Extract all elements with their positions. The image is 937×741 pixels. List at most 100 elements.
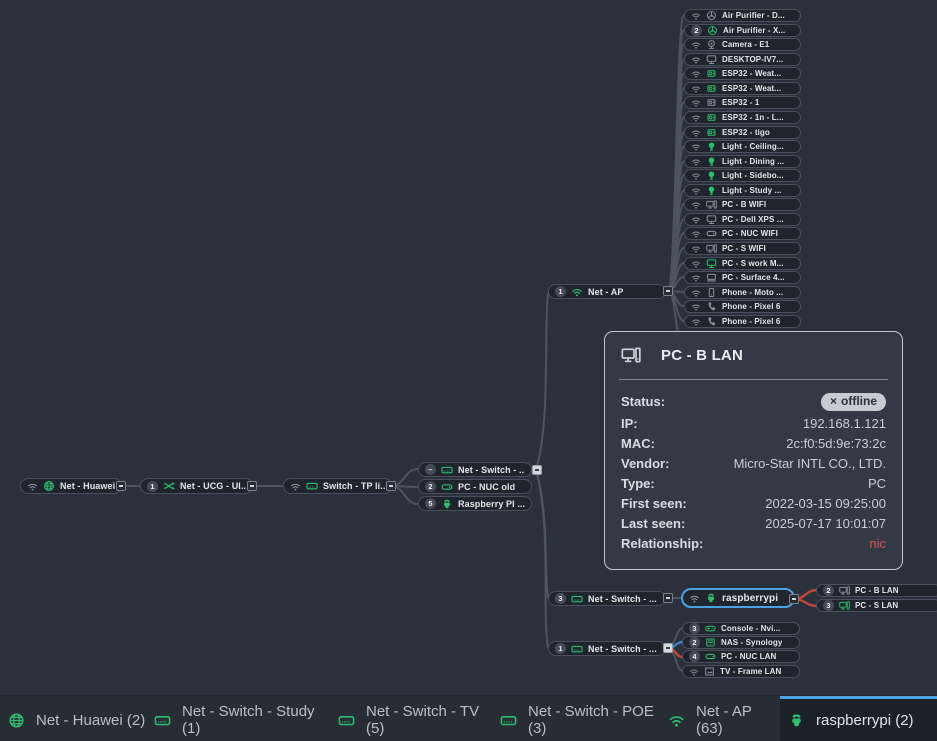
node-light-sidebo[interactable]: Light - Sidebo... (684, 169, 801, 182)
node-raspberry-pi-old[interactable]: 5Raspberry PI ... (418, 496, 532, 511)
node-label: ESP32 - 1n - L... (722, 113, 784, 122)
nuc-icon (706, 228, 717, 239)
wifi-icon (689, 593, 700, 604)
detail-label: Vendor: (621, 456, 669, 471)
network-topology-canvas: Air Purifier - D...2Air Purifier - X...C… (0, 0, 937, 741)
routes-icon (163, 480, 175, 492)
node-pc-s-wifi[interactable]: PC - S WIFI (684, 242, 801, 255)
node-phone-pixel6-b[interactable]: Phone - Pixel 6 (684, 315, 801, 328)
detail-row: Relationship:nic (605, 533, 902, 553)
handset-icon (706, 301, 717, 312)
frame-icon (704, 666, 715, 677)
port-badge: 3 (823, 600, 834, 611)
bulb-icon (706, 185, 717, 196)
node-desktop-iv7[interactable]: DESKTOP-IV7... (684, 53, 801, 66)
node-label: Light - Dining ... (722, 157, 784, 166)
tab-raspberrypi[interactable]: raspberrypi (2) (780, 696, 937, 741)
switch-icon (571, 593, 583, 605)
collapse-toggle[interactable] (247, 481, 257, 491)
nuc-icon (441, 481, 453, 493)
collapse-toggle[interactable] (663, 286, 673, 296)
node-phone-moto[interactable]: Phone - Moto ... (684, 286, 801, 299)
node-light-ceiling[interactable]: Light - Ceiling... (684, 140, 801, 153)
wifi-icon (689, 667, 699, 677)
tab-net-switch-tv[interactable]: Net - Switch - TV (5) (330, 696, 492, 741)
tab-net-switch-study[interactable]: Net - Switch - Study (1) (146, 696, 330, 741)
node-net-huawei[interactable]: Net - Huawei (20, 478, 122, 494)
node-air-purifier-x[interactable]: 2Air Purifier - X... (684, 24, 801, 37)
node-light-dining[interactable]: Light - Dining ... (684, 155, 801, 168)
node-esp32-weat-1[interactable]: ESP32 - Weat... (684, 67, 801, 80)
wifi-icon (691, 259, 701, 269)
node-label: Console - Nvi... (721, 624, 780, 633)
bulb-icon (706, 141, 717, 152)
tab-label: Net - Switch - TV (5) (366, 703, 492, 737)
node-net-switch-top[interactable]: –Net - Switch - ... (418, 462, 532, 477)
node-tv-frame-lan[interactable]: TV - Frame LAN (682, 665, 800, 678)
node-esp32-weat-2[interactable]: ESP32 - Weat... (684, 82, 801, 95)
node-pc-s-work[interactable]: PC - S work M... (684, 257, 801, 270)
edge (537, 293, 548, 466)
node-label: Net - Switch - ... (588, 594, 657, 604)
tab-label: Net - Huawei (2) (36, 712, 145, 729)
port-badge: 2 (691, 25, 702, 36)
collapse-toggle[interactable] (532, 465, 542, 475)
node-label: Raspberry PI ... (458, 499, 525, 509)
node-esp32-tigo[interactable]: ESP32 - tigo (684, 126, 801, 139)
port-badge: 4 (689, 651, 700, 662)
node-net-switch-mid[interactable]: 3 Net - Switch - ... (548, 591, 666, 606)
wifi-icon (691, 157, 701, 167)
tab-net-switch-poe[interactable]: Net - Switch - POE (3) (492, 696, 660, 741)
port-badge: 3 (555, 593, 566, 604)
collapse-toggle[interactable] (663, 643, 673, 653)
node-pc-dell-xps[interactable]: PC - Dell XPS ... (684, 213, 801, 226)
node-pc-b-lan[interactable]: 2PC - B LAN (816, 584, 937, 597)
node-phone-pixel6-a[interactable]: Phone - Pixel 6 (684, 300, 801, 313)
nuc-icon (705, 651, 716, 662)
node-net-ucg[interactable]: 1Net - UCG - Ul... (140, 478, 253, 494)
wifi-icon (571, 286, 583, 298)
node-label: TV - Frame LAN (720, 667, 781, 676)
port-badge: 2 (823, 585, 834, 596)
node-pc-nuc-wifi[interactable]: PC - NUC WIFI (684, 227, 801, 240)
node-net-switch-bot[interactable]: 1Net - Switch - ... (548, 641, 666, 656)
node-label: Switch - TP li... (323, 481, 385, 491)
node-esp32-1[interactable]: ESP32 - 1 (684, 96, 801, 109)
collapse-toggle[interactable] (116, 481, 126, 491)
node-label: Light - Sidebo... (722, 171, 784, 180)
node-pc-nuc-lan[interactable]: 4PC - NUC LAN (682, 650, 800, 663)
node-nas-synology[interactable]: 2NAS - Synology (682, 636, 800, 649)
node-switch-tp-link[interactable]: Switch - TP li... (283, 478, 392, 494)
node-pc-nuc-old[interactable]: 2PC - NUC old (418, 479, 532, 494)
wifi-icon (691, 215, 701, 225)
node-pc-b-wifi[interactable]: PC - B WIFI (684, 198, 801, 211)
node-pc-surface-4[interactable]: PC - Surface 4... (684, 271, 801, 284)
monitor-icon (706, 54, 717, 65)
wifi-icon (691, 302, 701, 312)
tab-label: raspberrypi (2) (816, 712, 914, 729)
tab-net-huawei[interactable]: Net - Huawei (2) (0, 696, 146, 741)
pc-icon (706, 243, 717, 254)
node-esp32-1n[interactable]: ESP32 - 1n - L... (684, 111, 801, 124)
detail-value: nic (869, 536, 886, 551)
wifi-icon (691, 273, 701, 283)
collapse-toggle[interactable] (386, 481, 396, 491)
node-net-ap[interactable]: 1Net - AP (548, 284, 666, 299)
detail-value: Micro-Star INTL CO., LTD. (734, 456, 886, 471)
tab-net-ap[interactable]: Net - AP (63) (660, 696, 780, 741)
edge (537, 474, 548, 648)
node-label: PC - Dell XPS ... (722, 215, 784, 224)
node-console-nvi[interactable]: 3Console - Nvi... (682, 622, 800, 635)
collapse-toggle[interactable] (789, 594, 799, 604)
node-label: NAS - Synology (721, 638, 782, 647)
node-light-study[interactable]: Light - Study ... (684, 184, 801, 197)
node-camera-e1[interactable]: Camera - E1 (684, 38, 801, 51)
node-air-purifier-d[interactable]: Air Purifier - D... (684, 9, 801, 22)
detail-row: Last seen:2025-07-17 10:01:07 (605, 513, 902, 533)
node-pc-s-lan[interactable]: 3PC - S LAN (816, 599, 937, 612)
console-icon (705, 623, 716, 634)
wifi-icon (290, 481, 301, 492)
detail-row: Vendor: Micro-Star INTL CO., LTD. (605, 453, 902, 473)
collapse-toggle[interactable] (663, 593, 673, 603)
node-raspberrypi[interactable]: raspberrypi (681, 588, 795, 608)
